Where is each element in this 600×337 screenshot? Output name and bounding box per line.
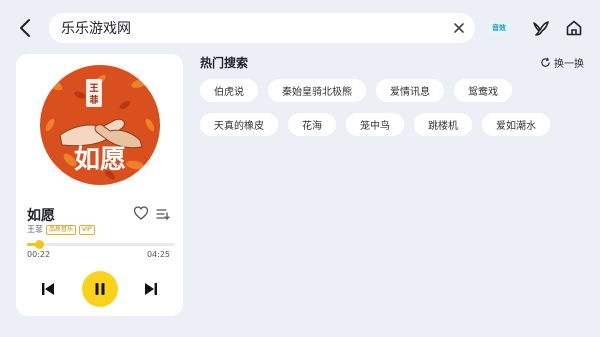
refresh-button[interactable]: 换一换 [540, 55, 584, 70]
next-icon [145, 283, 157, 295]
song-title: 如愿 [27, 208, 55, 224]
clear-button[interactable] [451, 20, 467, 36]
playlist-button[interactable] [155, 206, 171, 222]
refresh-label: 换一换 [554, 59, 584, 70]
back-icon [20, 19, 30, 37]
album-cover-art: 王 菲 如愿 [40, 65, 160, 185]
hot-search-chip[interactable]: 跳楼机 [414, 113, 472, 136]
home-icon [566, 20, 582, 36]
cover-title: 如愿 [74, 145, 126, 175]
quality-tag: 品质音乐 [46, 224, 77, 235]
playlist-icon [156, 209, 170, 220]
prev-icon [42, 283, 54, 295]
hot-search-chip[interactable]: 天真的橡皮 [200, 113, 278, 136]
pause-button[interactable] [82, 271, 118, 307]
time-current: 00:22 [27, 250, 51, 259]
hot-search-chip[interactable]: 伯虎说 [200, 79, 258, 102]
heart-icon [133, 206, 149, 220]
hot-search-chip[interactable]: 爱情讯息 [376, 79, 444, 102]
hot-search-chip[interactable]: 爱如潮水 [482, 113, 550, 136]
hot-search-chip[interactable]: 秦始皇骑北极熊 [268, 79, 366, 102]
sound-effect-badge[interactable]: 音效 [487, 21, 511, 35]
search-input[interactable] [61, 20, 421, 36]
bird-logo-button[interactable] [530, 17, 552, 39]
back-button[interactable] [14, 16, 36, 40]
bird-logo-icon [533, 21, 549, 36]
svg-text:王: 王 [89, 83, 98, 94]
svg-text:菲: 菲 [89, 94, 98, 106]
album-cover[interactable]: 王 菲 如愿 [40, 65, 160, 185]
refresh-icon [541, 57, 550, 67]
progress-bar[interactable] [27, 240, 175, 249]
progress-handle[interactable] [34, 240, 44, 249]
hot-search-chip[interactable]: 笼中鸟 [346, 113, 404, 136]
home-button[interactable] [563, 17, 585, 39]
clear-icon [454, 23, 464, 33]
player-card: 王 菲 如愿 如愿 王菲 品质音乐 VIP 00:22 04:25 [16, 54, 183, 316]
hot-search-list: 伯虎说 秦始皇骑北极熊 爱情讯息 鸳鸯戏 天真的橡皮 花海 笼中鸟 跳楼机 爱如… [200, 79, 560, 147]
next-button[interactable] [141, 271, 161, 307]
song-meta: 王菲 品质音乐 VIP [27, 224, 95, 235]
search-bar[interactable] [49, 13, 475, 43]
artist-name[interactable]: 王菲 [27, 224, 43, 235]
time-total: 04:25 [146, 250, 170, 259]
chip-row: 伯虎说 秦始皇骑北极熊 爱情讯息 鸳鸯戏 [200, 79, 560, 102]
pause-icon [95, 283, 105, 295]
prev-button[interactable] [38, 271, 58, 307]
like-button[interactable] [133, 205, 149, 221]
hot-search-chip[interactable]: 鸳鸯戏 [454, 79, 512, 102]
hot-search-title: 热门搜索 [200, 56, 249, 70]
chip-row: 天真的橡皮 花海 笼中鸟 跳楼机 爱如潮水 [200, 113, 560, 136]
hot-search-chip[interactable]: 花海 [288, 113, 336, 136]
vip-tag: VIP [79, 224, 95, 235]
